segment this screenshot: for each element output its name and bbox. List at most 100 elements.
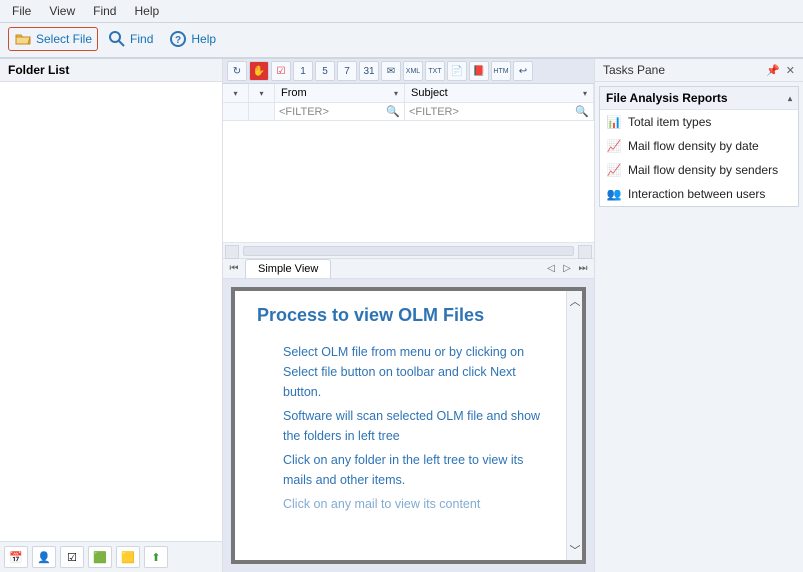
col-from-label: From — [281, 87, 307, 99]
select-file-button[interactable]: Select File — [8, 27, 98, 51]
contact-icon: 👤 — [35, 548, 53, 566]
tab-upload[interactable]: ⬆ — [144, 546, 168, 568]
menu-view[interactable]: View — [49, 4, 75, 18]
html-icon[interactable]: HTM — [491, 61, 511, 81]
col-attachment[interactable]: ▾ — [249, 84, 275, 102]
filter-5-icon[interactable]: 5 — [315, 61, 335, 81]
filter-1-icon[interactable]: 1 — [293, 61, 313, 81]
filter-placeholder: <FILTER> — [279, 106, 329, 118]
main-toolbar: Select File Find ? Help — [0, 23, 803, 58]
magnifier-icon — [108, 30, 126, 48]
calendar-chart-icon: 📈 — [606, 138, 622, 154]
refresh-icon[interactable]: ↻ — [227, 61, 247, 81]
grid-filter-row: <FILTER> 🔍 <FILTER> 🔍 — [223, 103, 594, 121]
filter-toolbar: ↻ ✋ ☑ 1 5 7 31 ✉ XML TXT 📄 📕 HTM ↩ — [223, 59, 594, 84]
dropdown-icon: ▾ — [583, 89, 587, 98]
grid-rows[interactable] — [223, 121, 594, 242]
tab-tasks[interactable]: ☑ — [60, 546, 84, 568]
tab-first-icon[interactable]: ⏮ — [227, 260, 241, 278]
menu-help[interactable]: Help — [134, 4, 159, 18]
grid-header: ▾ ▾ From ▾ Subject ▾ — [223, 84, 594, 103]
tab-next-icon[interactable]: ▷ — [560, 260, 574, 278]
pin-icon[interactable]: 📌 — [766, 64, 780, 77]
filter-cell — [249, 103, 275, 120]
collapse-icon: ▴ — [788, 94, 792, 103]
preview-frame: Process to view OLM Files Select OLM fil… — [231, 287, 586, 564]
tab-contacts[interactable]: 👤 — [32, 546, 56, 568]
reports-box: File Analysis Reports ▴ 📊 Total item typ… — [599, 86, 799, 207]
filter-cell — [223, 103, 249, 120]
tab-calendar[interactable]: 📅 — [4, 546, 28, 568]
calendar-icon: 📅 — [7, 548, 25, 566]
scroll-up-icon[interactable]: ︿ — [569, 293, 581, 309]
tab-notes-green[interactable]: 🟩 — [88, 546, 112, 568]
report-label: Interaction between users — [628, 187, 765, 201]
tasks-pane-header: Tasks Pane 📌 ✕ — [595, 59, 803, 82]
folder-list-pane: Folder List 📅 👤 ☑ 🟩 🟨 ⬆ — [0, 59, 223, 572]
preview-title: Process to view OLM Files — [257, 305, 544, 326]
dropdown-icon: ▾ — [259, 89, 263, 98]
txt-icon[interactable]: TXT — [425, 61, 445, 81]
report-interaction-users[interactable]: 👥 Interaction between users — [600, 182, 798, 206]
close-icon[interactable]: ✕ — [786, 64, 795, 77]
reports-section-label: File Analysis Reports — [606, 91, 728, 105]
preview-para: Click on any folder in the left tree to … — [283, 450, 544, 490]
report-label: Mail flow density by senders — [628, 163, 778, 177]
report-label: Total item types — [628, 115, 711, 129]
arrow-up-icon: ⬆ — [147, 548, 165, 566]
find-button[interactable]: Find — [102, 27, 159, 51]
tasks-icon: ☑ — [63, 548, 81, 566]
filter-7-icon[interactable]: 7 — [337, 61, 357, 81]
report-total-item-types[interactable]: 📊 Total item types — [600, 110, 798, 134]
users-icon: 👥 — [606, 186, 622, 202]
help-icon: ? — [169, 30, 187, 48]
col-flag[interactable]: ▾ — [223, 84, 249, 102]
scrollbar-thumb[interactable] — [243, 246, 574, 256]
preview-content: Process to view OLM Files Select OLM fil… — [235, 291, 566, 560]
preview-para: Software will scan selected OLM file and… — [283, 406, 544, 446]
tab-last-icon[interactable]: ⏭ — [576, 260, 590, 278]
filter-31-icon[interactable]: 31 — [359, 61, 379, 81]
svg-text:?: ? — [175, 35, 181, 46]
tasks-pane: Tasks Pane 📌 ✕ File Analysis Reports ▴ 📊… — [594, 59, 803, 572]
folder-tree[interactable] — [0, 82, 222, 541]
filter-placeholder: <FILTER> — [409, 106, 459, 118]
preview-vscrollbar[interactable]: ︿ ﹀ — [566, 291, 582, 560]
chart-icon: 📊 — [606, 114, 622, 130]
dropdown-icon: ▾ — [394, 89, 398, 98]
report-mail-flow-date[interactable]: 📈 Mail flow density by date — [600, 134, 798, 158]
filter-from-input[interactable]: <FILTER> 🔍 — [275, 103, 405, 120]
menu-find[interactable]: Find — [93, 4, 116, 18]
search-icon: 🔍 — [575, 105, 589, 118]
attach-icon[interactable]: ↩ — [513, 61, 533, 81]
preview-para: Click on any mail to view its content — [283, 494, 544, 514]
category-tabs: 📅 👤 ☑ 🟩 🟨 ⬆ — [0, 541, 222, 572]
tab-simple-view[interactable]: Simple View — [245, 259, 331, 278]
filter-subject-input[interactable]: <FILTER> 🔍 — [405, 103, 594, 120]
doc-icon[interactable]: 📄 — [447, 61, 467, 81]
xml-icon[interactable]: XML — [403, 61, 423, 81]
preview-area: Process to view OLM Files Select OLM fil… — [223, 279, 594, 572]
col-subject-header[interactable]: Subject ▾ — [405, 84, 594, 102]
search-icon: 🔍 — [386, 105, 400, 118]
note-yellow-icon: 🟨 — [119, 548, 137, 566]
help-label: Help — [191, 32, 216, 46]
tab-notes-yellow[interactable]: 🟨 — [116, 546, 140, 568]
col-subject-label: Subject — [411, 87, 448, 99]
report-mail-flow-senders[interactable]: 📈 Mail flow density by senders — [600, 158, 798, 182]
tab-prev-icon[interactable]: ◁ — [544, 260, 558, 278]
scroll-down-icon[interactable]: ﹀ — [569, 542, 581, 558]
menu-file[interactable]: File — [12, 4, 31, 18]
stop-icon[interactable]: ✋ — [249, 61, 269, 81]
reports-section-header[interactable]: File Analysis Reports ▴ — [600, 87, 798, 110]
folder-open-icon — [14, 30, 32, 48]
preview-para: Select OLM file from menu or by clicking… — [283, 342, 544, 402]
workspace: Folder List 📅 👤 ☑ 🟩 🟨 ⬆ ↻ ✋ ☑ 1 5 7 31 ✉… — [0, 58, 803, 572]
help-button[interactable]: ? Help — [163, 27, 222, 51]
mail-icon[interactable]: ✉ — [381, 61, 401, 81]
col-from-header[interactable]: From ▾ — [275, 84, 405, 102]
report-label: Mail flow density by date — [628, 139, 759, 153]
checkbox-icon[interactable]: ☑ — [271, 61, 291, 81]
pdf-icon[interactable]: 📕 — [469, 61, 489, 81]
grid-hscrollbar[interactable] — [223, 242, 594, 258]
